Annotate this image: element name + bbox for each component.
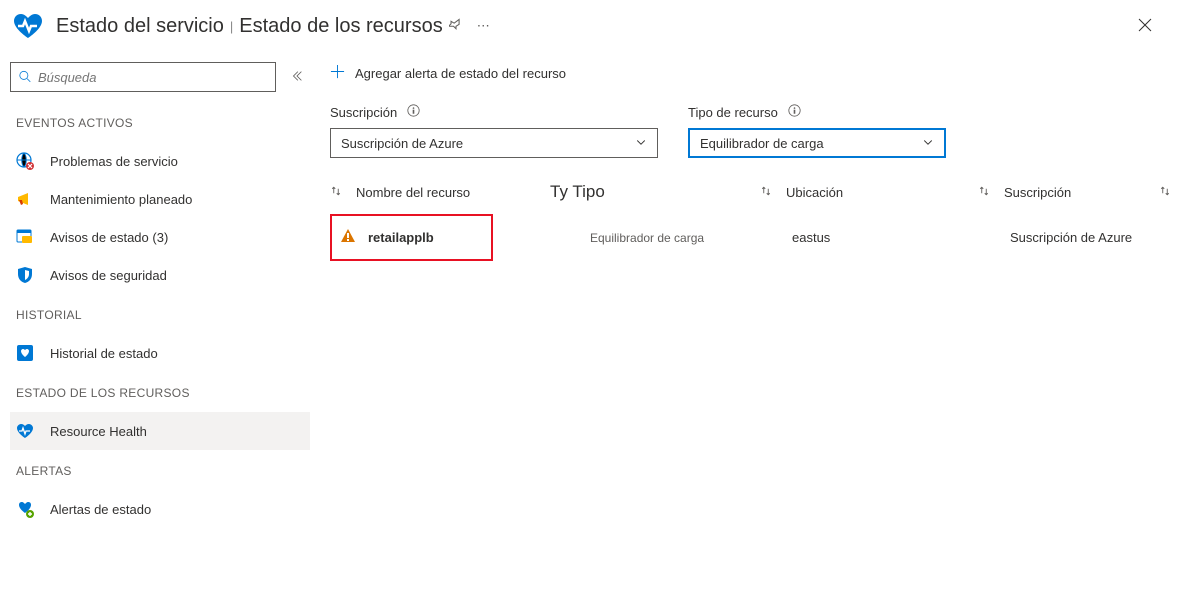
resource-type-label: Tipo de recurso — [688, 105, 778, 120]
subscription-filter: Suscripción Suscripción de Azure — [330, 104, 658, 158]
resource-type-dropdown[interactable]: Equilibrador de carga — [688, 128, 946, 158]
globe-x-icon — [16, 152, 34, 170]
section-history: HISTORIAL — [10, 294, 310, 334]
sidebar-item-resource-health[interactable]: Resource Health — [10, 412, 310, 450]
calendar-speech-icon — [16, 228, 34, 246]
service-health-icon — [12, 10, 44, 42]
info-icon[interactable] — [788, 104, 801, 120]
resource-name: retailapplb — [368, 230, 434, 245]
heart-plus-icon — [16, 500, 34, 518]
heartbeat-icon — [16, 422, 34, 440]
section-resource-health: ESTADO DE LOS RECURSOS — [10, 372, 310, 412]
search-field[interactable] — [38, 70, 267, 85]
column-tytipo: Ty Tipo — [550, 182, 760, 202]
resource-name-cell[interactable]: retailapplb — [330, 214, 493, 261]
subscription-dropdown[interactable]: Suscripción de Azure — [330, 128, 658, 158]
sidebar-item-label: Avisos de seguridad — [50, 268, 167, 283]
header-separator: | — [230, 19, 233, 34]
sort-icon[interactable] — [1159, 185, 1171, 200]
column-subscription-label: Suscripción — [1004, 185, 1071, 200]
sidebar-item-planned-maintenance[interactable]: Mantenimiento planeado — [10, 180, 310, 218]
chevron-down-icon — [922, 136, 934, 151]
column-name[interactable]: Nombre del recurso — [330, 185, 550, 200]
pin-icon[interactable] — [449, 18, 463, 35]
sidebar-item-label: Alertas de estado — [50, 502, 151, 517]
column-subscription[interactable]: Suscripción — [978, 185, 1159, 200]
command-bar: Agregar alerta de estado del recurso — [330, 60, 1171, 104]
close-button[interactable] — [1131, 11, 1159, 42]
plus-icon[interactable] — [330, 64, 345, 82]
main-content: Agregar alerta de estado del recurso Sus… — [310, 60, 1191, 528]
column-name-label: Nombre del recurso — [356, 185, 470, 200]
more-icon[interactable]: ⋯ — [477, 18, 490, 34]
section-alerts: ALERTAS — [10, 450, 310, 490]
shield-icon — [16, 266, 34, 284]
sidebar-item-label: Resource Health — [50, 424, 147, 439]
subscription-value: Suscripción de Azure — [341, 136, 463, 151]
resource-type-cell: Equilibrador de carga — [550, 231, 760, 245]
resource-subscription-cell: Suscripción de Azure — [978, 230, 1158, 245]
header-subtitle: Estado de los recursos — [239, 15, 442, 38]
chevron-down-icon — [635, 136, 647, 151]
header-title: Estado del servicio — [56, 15, 224, 38]
sidebar-item-label: Avisos de estado (3) — [50, 230, 168, 245]
collapse-sidebar-icon[interactable] — [290, 69, 304, 86]
sidebar-item-health-advisories[interactable]: Avisos de estado (3) — [10, 218, 310, 256]
info-icon[interactable] — [407, 104, 420, 120]
page-header: Estado del servicio | Estado de los recu… — [0, 0, 1191, 60]
column-location[interactable]: Ubicación — [760, 185, 978, 200]
sidebar-item-label: Historial de estado — [50, 346, 158, 361]
sidebar-item-health-history[interactable]: Historial de estado — [10, 334, 310, 372]
filter-row: Suscripción Suscripción de Azure Tipo de… — [330, 104, 1171, 158]
sidebar-item-security-advisories[interactable]: Avisos de seguridad — [10, 256, 310, 294]
sort-icon[interactable] — [760, 185, 772, 200]
sort-icon[interactable] — [978, 185, 990, 200]
table-row[interactable]: retailapplb Equilibrador de carga eastus… — [330, 214, 1171, 261]
section-active-events: EVENTOS ACTIVOS — [10, 102, 310, 142]
resource-location-cell: eastus — [760, 230, 978, 245]
sidebar-item-label: Mantenimiento planeado — [50, 192, 192, 207]
table-header-row: Nombre del recurso Ty Tipo Ubicación Sus… — [330, 178, 1171, 214]
megaphone-icon — [16, 190, 34, 208]
subscription-label: Suscripción — [330, 105, 397, 120]
sidebar-item-label: Problemas de servicio — [50, 154, 178, 169]
search-input[interactable] — [10, 62, 276, 92]
warning-icon — [340, 228, 356, 247]
heart-box-icon — [16, 344, 34, 362]
sidebar-item-health-alerts[interactable]: Alertas de estado — [10, 490, 310, 528]
resource-type-value: Equilibrador de carga — [700, 136, 824, 151]
sidebar-item-service-issues[interactable]: Problemas de servicio — [10, 142, 310, 180]
sidebar: EVENTOS ACTIVOS Problemas de servicio Ma… — [0, 60, 310, 528]
column-location-label: Ubicación — [786, 185, 843, 200]
add-alert-button[interactable]: Agregar alerta de estado del recurso — [355, 66, 566, 81]
column-tytipo-label: Ty Tipo — [550, 182, 605, 202]
resource-type-filter: Tipo de recurso Equilibrador de carga — [688, 104, 946, 158]
sort-icon[interactable] — [330, 185, 342, 200]
